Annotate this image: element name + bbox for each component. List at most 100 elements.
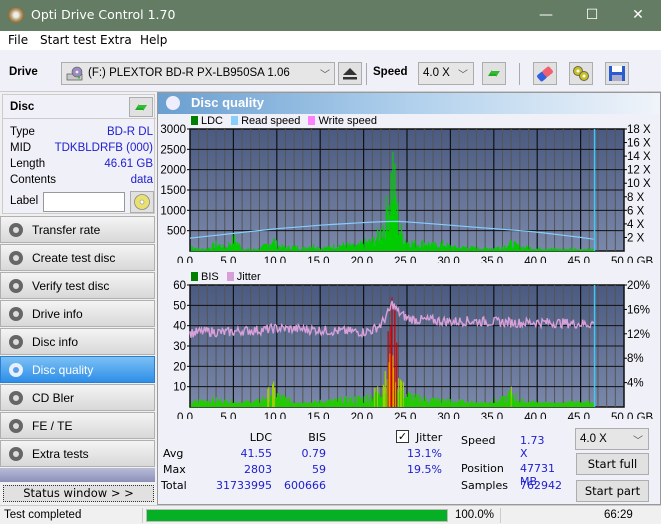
eject-icon xyxy=(343,68,357,80)
y2-tick-label: 4% xyxy=(627,378,644,390)
speed-select[interactable]: 4.0 X ﹀ xyxy=(418,62,474,85)
disc-contents-row: Contents data xyxy=(10,174,153,189)
test-speed-select[interactable]: 4.0 X ﹀ xyxy=(575,428,649,450)
x-tick-label: 45.0 xyxy=(568,412,590,419)
menu-file[interactable]: File xyxy=(8,33,28,47)
window-title: Opti Drive Control 1.70 xyxy=(31,7,176,22)
chevron-down-icon: ﹀ xyxy=(320,70,330,81)
start-full-button[interactable]: Start full xyxy=(576,453,649,475)
x-tick-label: 25.0 xyxy=(394,256,416,263)
disc-label-button[interactable] xyxy=(130,191,154,213)
nav-spacer xyxy=(0,468,155,482)
chevron-down-icon: ﹀ xyxy=(458,70,468,81)
extra-tests-icon xyxy=(9,447,23,461)
y-tick-label: 60 xyxy=(173,280,186,292)
chevron-down-icon: ﹀ xyxy=(633,436,643,447)
x-tick-label: 30.0 xyxy=(437,412,459,419)
menu-bar: File Start test Extra Help xyxy=(0,31,661,50)
speed-value: 1.73 X xyxy=(520,434,545,460)
create-disc-icon xyxy=(9,251,23,265)
disc-mid-row: MID TDKBLDRFB (000) xyxy=(10,142,153,157)
start-part-button[interactable]: Start part xyxy=(576,480,649,502)
disc-length-row: Length 46.61 GB xyxy=(10,158,153,173)
disc-type-value: BD-R DL xyxy=(106,126,153,138)
status-window-button[interactable]: Status window > > xyxy=(3,485,154,502)
progress-percent: 100.0% xyxy=(455,509,495,521)
y-tick-label: 3000 xyxy=(160,124,186,136)
samples-value: 762942 xyxy=(520,479,562,492)
max-ldc: 2803 xyxy=(244,463,272,476)
x-tick-label: 25.0 xyxy=(394,412,416,419)
nav-drive-info[interactable]: Drive info xyxy=(0,300,155,327)
close-button[interactable]: ✕ xyxy=(615,0,661,31)
disc-info-icon xyxy=(9,335,23,349)
refresh-icon xyxy=(135,104,147,111)
toolbar: Drive (F:) PLEXTOR BD-R PX-LB950SA 1.06 … xyxy=(0,50,661,92)
total-bis: 600666 xyxy=(284,479,326,492)
disc-icon xyxy=(134,194,150,210)
nav-cd-bler[interactable]: CD Bler xyxy=(0,384,155,411)
menu-extra[interactable]: Extra xyxy=(100,33,132,47)
x-tick-label: 35.0 xyxy=(481,256,503,263)
nav-transfer-rate[interactable]: Transfer rate xyxy=(0,216,155,243)
y-tick-label: 1000 xyxy=(160,205,186,217)
nav-label: Disc info xyxy=(32,335,79,349)
settings-button[interactable] xyxy=(569,62,593,85)
x-tick-label: 20.0 xyxy=(351,256,373,263)
y2-tick-label: 2 X xyxy=(627,232,645,244)
y2-tick-label: 16% xyxy=(627,304,650,316)
x-tick-label: 10.0 xyxy=(264,412,286,419)
eject-button[interactable] xyxy=(338,62,362,85)
save-button[interactable] xyxy=(605,62,629,85)
y2-tick-label: 16 X xyxy=(627,138,651,150)
verify-disc-icon xyxy=(9,279,23,293)
y-tick-label: 500 xyxy=(167,226,186,238)
x-tick-label: 50.0 GB xyxy=(611,412,654,419)
avg-bis: 0.79 xyxy=(301,447,327,460)
max-jitter: 19.5% xyxy=(407,463,442,476)
x-tick-label: 40.0 xyxy=(524,256,546,263)
progress-fill xyxy=(147,510,447,521)
nav-verify-test-disc[interactable]: Verify test disc xyxy=(0,272,155,299)
toolbar-separator xyxy=(519,63,520,85)
menu-help[interactable]: Help xyxy=(140,33,167,47)
sidebar: Disc Type BD-R DL MID TDKBLDRFB (000) Le… xyxy=(0,92,157,505)
nav-label: Extra tests xyxy=(32,447,89,461)
nav-extra-tests[interactable]: Extra tests xyxy=(0,440,155,467)
erase-button[interactable] xyxy=(533,62,557,85)
disc-label-input[interactable] xyxy=(43,192,125,212)
y2-tick-label: 12% xyxy=(627,329,650,341)
y-tick-label: 40 xyxy=(173,321,186,333)
y-tick-label: 2500 xyxy=(160,144,186,156)
drive-select[interactable]: (F:) PLEXTOR BD-R PX-LB950SA 1.06 ﹀ xyxy=(61,62,335,85)
max-bis: 59 xyxy=(312,463,326,476)
y2-tick-label: 12 X xyxy=(627,165,651,177)
refresh-button[interactable] xyxy=(482,62,506,85)
panel-header: Disc quality xyxy=(158,93,660,114)
y2-tick-label: 8 X xyxy=(627,192,645,204)
maximize-button[interactable]: ☐ xyxy=(569,0,615,31)
nav-disc-info[interactable]: Disc info xyxy=(0,328,155,355)
x-tick-label: 5.0 xyxy=(220,256,236,263)
disc-mid-value: TDKBLDRFB (000) xyxy=(54,142,153,154)
jitter-checkbox[interactable]: ✓ xyxy=(396,430,409,443)
status-bar: Test completed 100.0% 66:29 xyxy=(0,505,661,524)
nav-fe-te[interactable]: FE / TE xyxy=(0,412,155,439)
speed-label: Speed xyxy=(461,434,496,447)
nav-create-test-disc[interactable]: Create test disc xyxy=(0,244,155,271)
menu-start-test[interactable]: Start test xyxy=(40,33,96,47)
progress-bar xyxy=(146,509,448,522)
minimize-button[interactable]: — xyxy=(523,0,569,31)
disc-quality-icon xyxy=(166,96,180,110)
disc-info-panel: Disc Type BD-R DL MID TDKBLDRFB (000) Le… xyxy=(2,94,156,214)
total-label: Total xyxy=(161,479,187,492)
nav-label: Verify test disc xyxy=(32,279,110,293)
position-label: Position xyxy=(461,462,504,475)
avg-jitter: 13.1% xyxy=(407,447,442,460)
nav-label: Disc quality xyxy=(32,363,94,377)
drive-icon xyxy=(66,66,83,81)
disc-refresh-button[interactable] xyxy=(129,97,153,117)
nav-disc-quality[interactable]: Disc quality xyxy=(0,356,155,383)
x-tick-label: 0.0 xyxy=(177,412,193,419)
panel-title: Disc quality xyxy=(191,95,264,110)
